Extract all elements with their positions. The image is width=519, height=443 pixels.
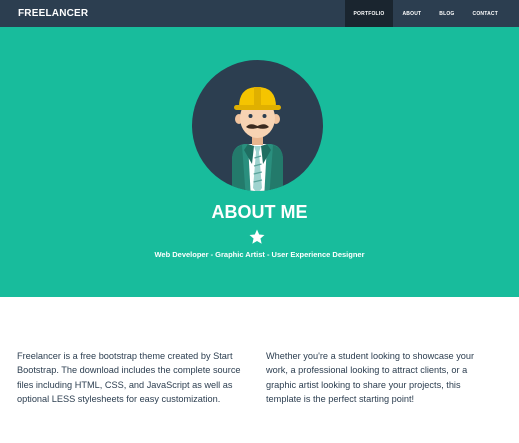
about-section: Freelancer is a free bootstrap theme cre… xyxy=(0,297,519,443)
nav-link-portfolio[interactable]: PORTFOLIO xyxy=(344,0,394,27)
freelancer-avatar-icon xyxy=(192,60,323,191)
page-title: ABOUT ME xyxy=(211,202,308,222)
nav-link-blog[interactable]: BLOG xyxy=(430,0,463,27)
hero-subtitle: Web Developer - Graphic Artist - User Ex… xyxy=(154,250,365,259)
nav-link-about[interactable]: ABOUT xyxy=(393,0,430,27)
hero-section: ABOUT ME Web Developer - Graphic Artist … xyxy=(0,27,519,297)
about-text-right: Whether you're a student looking to show… xyxy=(266,351,475,405)
navbar: FREELANCER PORTFOLIO ABOUT BLOG CONTACT xyxy=(0,0,519,27)
star-icon xyxy=(248,228,266,246)
about-text-left: Freelancer is a free bootstrap theme cre… xyxy=(17,351,241,405)
nav-links: PORTFOLIO ABOUT BLOG CONTACT xyxy=(344,0,507,27)
brand-logo[interactable]: FREELANCER xyxy=(18,8,88,19)
nav-link-contact[interactable]: CONTACT xyxy=(464,0,507,27)
